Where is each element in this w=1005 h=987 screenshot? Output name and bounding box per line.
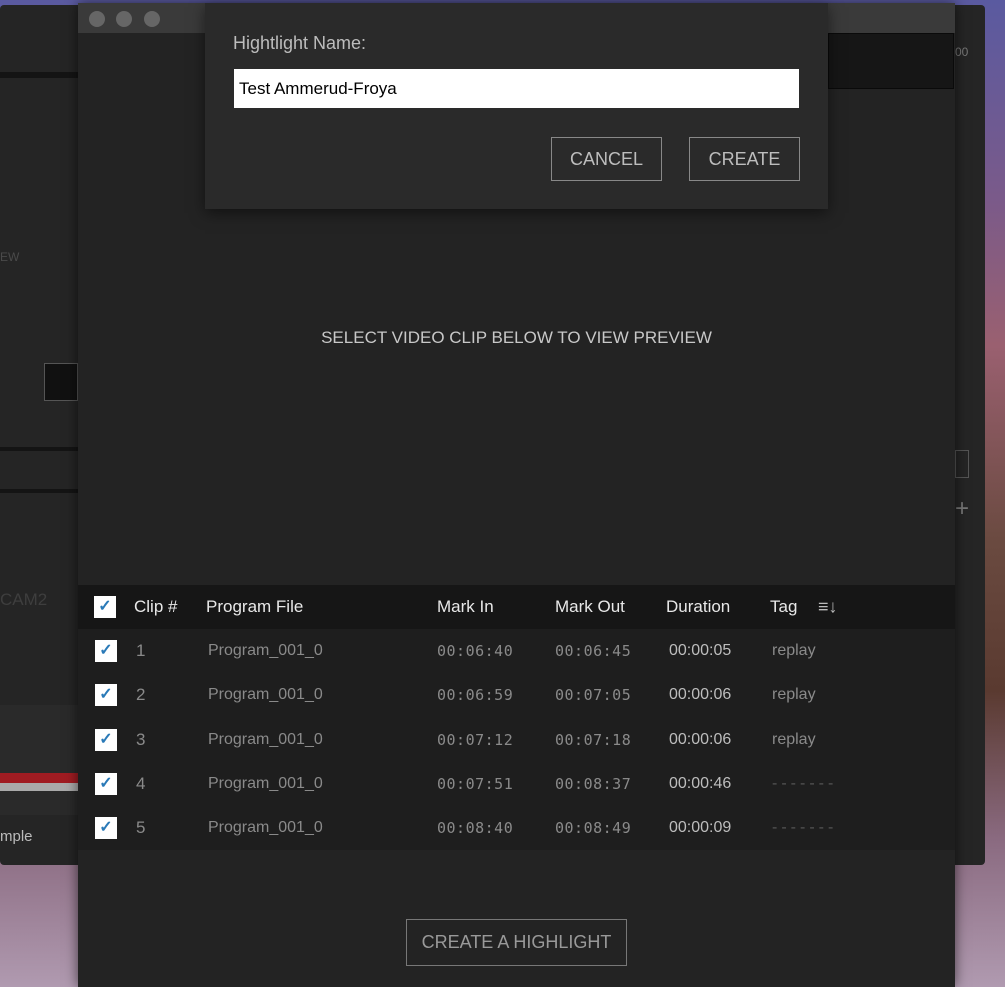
create-highlight-button[interactable]: CREATE A HIGHLIGHT (406, 919, 627, 966)
header-duration[interactable]: Duration (666, 597, 730, 617)
table-row[interactable]: ✓ 3 Program_001_0 00:07:12 00:07:18 00:0… (78, 718, 955, 762)
table-row[interactable]: ✓ 5 Program_001_0 00:08:40 00:08:49 00:0… (78, 806, 955, 850)
row-checkbox[interactable]: ✓ (95, 684, 117, 707)
preview-message: SELECT VIDEO CLIP BELOW TO VIEW PREVIEW (321, 328, 712, 347)
zoom-window-button[interactable] (144, 11, 160, 27)
program-file: Program_001_0 (208, 819, 323, 837)
header-tag[interactable]: Tag (770, 597, 797, 617)
clip-number: 1 (136, 641, 146, 660)
tag: replay (772, 686, 816, 704)
clip-number: 4 (136, 773, 146, 793)
table-row[interactable]: ✓ 4 Program_001_0 00:07:51 00:08:37 00:0… (78, 762, 955, 806)
row-checkbox[interactable]: ✓ (95, 640, 117, 662)
mark-in: 00:08:40 (437, 819, 514, 838)
bg-cam-label: CAM2 (0, 590, 48, 609)
bg-top-right: 00 (955, 45, 969, 59)
bg-add-icon: + (955, 495, 970, 522)
tag: replay (772, 730, 816, 748)
program-file: Program_001_0 (208, 642, 323, 659)
cancel-button[interactable]: CANCEL (551, 137, 662, 181)
highlight-window: Hightlight Name: CANCEL CREATE SELECT VI… (78, 3, 955, 987)
tag: ------- (772, 819, 838, 837)
minimize-window-button[interactable] (116, 11, 132, 27)
select-all-checkbox[interactable]: ✓ (94, 596, 116, 618)
clip-number: 2 (136, 685, 146, 705)
program-file: Program_001_0 (208, 730, 323, 748)
mark-out: 00:07:05 (555, 686, 632, 705)
header-mark-out[interactable]: Mark Out (555, 597, 625, 617)
header-program-file[interactable]: Program File (206, 597, 303, 617)
clip-number: 5 (136, 818, 146, 838)
mark-out: 00:06:45 (555, 642, 632, 660)
row-checkbox[interactable]: ✓ (95, 728, 117, 751)
highlight-name-input[interactable] (234, 69, 799, 108)
duration: 00:00:06 (669, 686, 732, 704)
mark-in: 00:06:59 (437, 686, 514, 705)
tag: ------- (772, 774, 838, 792)
clip-number: 3 (136, 729, 146, 749)
program-file: Program_001_0 (208, 686, 323, 704)
mark-out: 00:08:37 (555, 774, 632, 793)
mark-out: 00:07:18 (555, 730, 632, 749)
clip-table: ✓ 1 Program_001_0 00:06:40 00:06:45 00:0… (78, 629, 955, 850)
mark-in: 00:07:12 (437, 730, 514, 749)
sort-descending-icon[interactable]: ≡↓ (818, 597, 838, 618)
mark-in: 00:07:51 (437, 774, 514, 793)
row-checkbox[interactable]: ✓ (95, 817, 117, 840)
duration: 00:00:05 (669, 642, 732, 659)
mark-in: 00:06:40 (437, 642, 514, 660)
table-header: ✓ Clip # Program File Mark In Mark Out D… (78, 585, 955, 629)
highlight-name-label: Hightlight Name: (233, 33, 367, 53)
close-window-button[interactable] (89, 11, 105, 27)
row-checkbox[interactable]: ✓ (95, 772, 117, 795)
table-row[interactable]: ✓ 2 Program_001_0 00:06:59 00:07:05 00:0… (78, 673, 955, 717)
duration: 00:00:09 (669, 819, 732, 837)
highlight-name-dialog: Hightlight Name: CANCEL CREATE (205, 3, 828, 209)
mark-out: 00:08:49 (555, 819, 632, 838)
header-mark-in[interactable]: Mark In (437, 597, 494, 617)
duration: 00:00:06 (669, 730, 732, 748)
tag: replay (772, 642, 816, 659)
program-file: Program_001_0 (208, 774, 323, 792)
duration: 00:00:46 (669, 774, 732, 792)
header-clip[interactable]: Clip # (134, 597, 177, 617)
table-row[interactable]: ✓ 1 Program_001_0 00:06:40 00:06:45 00:0… (78, 629, 955, 673)
bg-sample-label: mple (0, 828, 33, 845)
create-button[interactable]: CREATE (689, 137, 800, 181)
bg-preview-text: EW (0, 250, 20, 264)
